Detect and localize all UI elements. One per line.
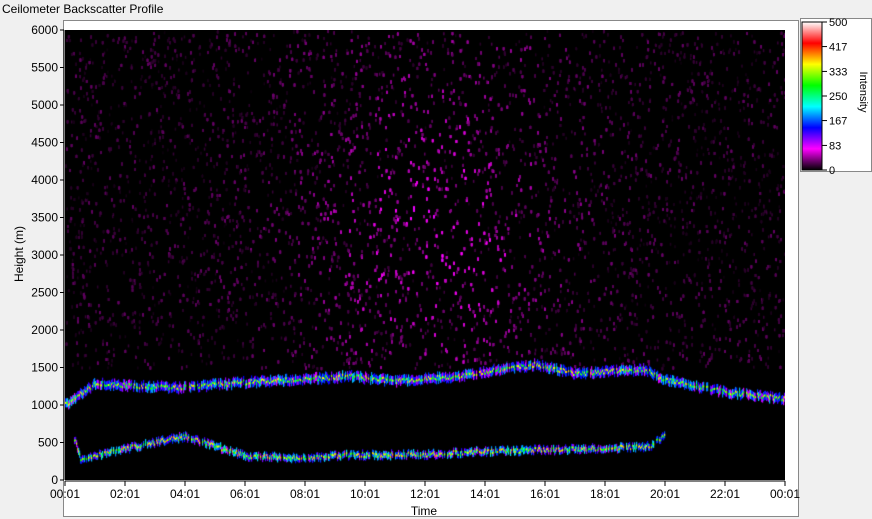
- colorbar-tick-label: 83: [829, 140, 841, 152]
- colorbar-tick-label: 333: [829, 66, 847, 78]
- x-tick-label: 20:01: [650, 487, 680, 501]
- x-axis: 00:01 02:01 04:01 06:01 08:01 10:01 12:01 14:01…: [50, 480, 800, 501]
- colorbar-tick-label: 0: [829, 165, 835, 177]
- y-tick-label: 2500: [31, 286, 58, 300]
- y-tick-label: 5500: [31, 61, 58, 75]
- y-axis-label: Height (m): [12, 226, 26, 282]
- x-tick-label: 10:01: [350, 487, 380, 501]
- y-tick-label: 5000: [31, 98, 58, 112]
- x-tick-label: 00:01: [50, 487, 80, 501]
- colorbar-tick-label: 167: [829, 116, 847, 128]
- x-tick-label: 06:01: [230, 487, 260, 501]
- y-tick-label: 500: [38, 436, 58, 450]
- x-tick-label: 02:01: [110, 487, 140, 501]
- y-tick-label: 2000: [31, 323, 58, 337]
- y-tick-label: 0: [51, 473, 58, 487]
- chart-axes: 0500100015002000250030003500400045005000…: [12, 17, 869, 518]
- y-tick-label: 6000: [31, 23, 58, 37]
- x-tick-label: 12:01: [410, 487, 440, 501]
- colorbar-tick-label: 500: [829, 17, 847, 29]
- y-tick-label: 4500: [31, 136, 58, 150]
- colorbar: [801, 21, 823, 171]
- x-tick-label: 18:01: [590, 487, 620, 501]
- y-tick-label: 3000: [31, 248, 58, 262]
- chart-window: Ceilometer Backscatter Profile 0 500 1000 1…: [0, 0, 872, 519]
- colorbar-tick-label: 417: [829, 42, 847, 54]
- x-tick-label: 22:01: [710, 487, 740, 501]
- y-tick-label: 3500: [31, 211, 58, 225]
- colorbar-ticks: 0 83 167 250 333 417 500: [822, 17, 847, 177]
- colorbar-label: Intensity: [857, 72, 869, 113]
- x-tick-label: 00:01: [770, 487, 800, 501]
- x-tick-label: 08:01: [290, 487, 320, 501]
- x-tick-label: 14:01: [470, 487, 500, 501]
- x-axis-label: Time: [411, 504, 438, 518]
- y-tick-label: 1500: [31, 361, 58, 375]
- colorbar-tick-label: 250: [829, 91, 847, 103]
- y-axis: 0 500 1000 1500 2000 2500 3000 3500 4000 4500 5000…: [31, 23, 65, 487]
- y-tick-label: 1000: [31, 398, 58, 412]
- x-tick-label: 16:01: [530, 487, 560, 501]
- y-tick-label: 4000: [31, 173, 58, 187]
- x-tick-label: 04:01: [170, 487, 200, 501]
